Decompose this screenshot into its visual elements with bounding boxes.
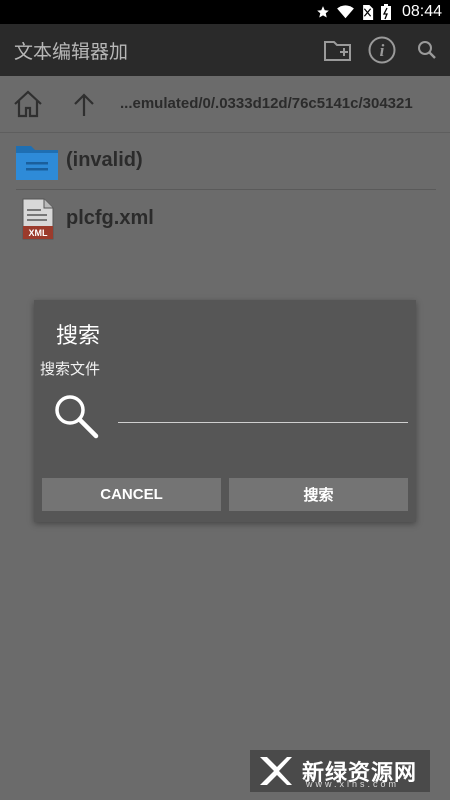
- search-dialog: 搜索 搜索文件 CANCEL 搜索: [34, 300, 416, 522]
- path-bar: ...emulated/0/.0333d12d/76c5141c/304321: [0, 76, 450, 133]
- battery-icon: [380, 4, 391, 20]
- watermark: 新绿资源网 www.xlhs.com: [250, 750, 430, 792]
- watermark-logo-icon: [260, 757, 292, 785]
- file-name: plcfg.xml: [66, 207, 154, 229]
- star-icon: [317, 6, 329, 18]
- list-item[interactable]: (invalid): [0, 134, 450, 190]
- svg-text:XML: XML: [29, 228, 49, 238]
- home-icon[interactable]: [12, 90, 44, 123]
- current-path[interactable]: ...emulated/0/.0333d12d/76c5141c/304321: [120, 95, 450, 112]
- clock: 08:44: [401, 3, 442, 20]
- xml-file-icon: XML: [22, 198, 54, 245]
- search-button[interactable]: 搜索: [229, 478, 408, 511]
- svg-text:i: i: [380, 41, 385, 60]
- dialog-label: 搜索文件: [40, 361, 101, 378]
- new-folder-icon[interactable]: [322, 36, 354, 64]
- status-bar: 08:44: [0, 0, 450, 24]
- up-arrow-icon[interactable]: [72, 92, 96, 123]
- search-input[interactable]: [118, 400, 408, 423]
- cancel-button[interactable]: CANCEL: [42, 478, 221, 511]
- divider: [16, 189, 436, 190]
- file-name: (invalid): [66, 149, 143, 171]
- watermark-sub: www.xlhs.com: [306, 779, 400, 789]
- status-icons: 08:44: [316, 2, 442, 22]
- no-sim-icon: [363, 4, 374, 20]
- app-bar: 文本编辑器加 i: [0, 24, 450, 76]
- wifi-icon: [337, 5, 354, 19]
- folder-icon: [16, 142, 58, 185]
- search-icon: [52, 392, 100, 445]
- info-icon[interactable]: i: [367, 36, 397, 64]
- app-title: 文本编辑器加: [14, 42, 129, 63]
- list-item[interactable]: XML plcfg.xml: [0, 192, 450, 248]
- search-icon[interactable]: [416, 36, 438, 64]
- dialog-title: 搜索: [56, 323, 101, 348]
